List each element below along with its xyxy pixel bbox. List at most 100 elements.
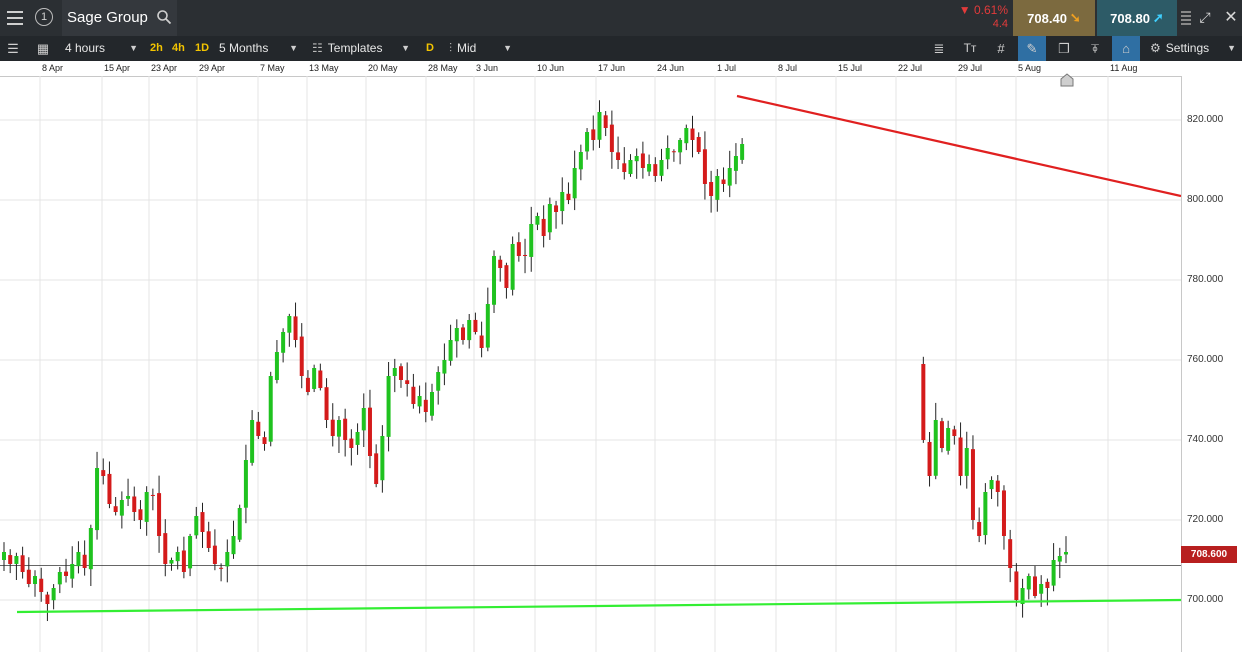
- interval-2h-button[interactable]: 2h: [150, 36, 163, 61]
- candle-body: [57, 572, 62, 585]
- text-size-icon[interactable]: Tт: [958, 36, 982, 61]
- chart-list-icon[interactable]: ☰: [2, 36, 24, 61]
- gear-icon: ⚙: [1150, 41, 1161, 55]
- candle-body: [88, 528, 93, 570]
- candle-body: [330, 419, 335, 436]
- candle-body: [485, 304, 490, 348]
- candle-body: [1039, 584, 1044, 594]
- scroll-handle-icon[interactable]: [1179, 2, 1193, 34]
- candle-body: [983, 492, 988, 536]
- sell-price: 708.40: [1027, 10, 1067, 26]
- candle-body: [113, 506, 118, 512]
- candle-body: [45, 594, 50, 604]
- copy-icon[interactable]: ❐: [1052, 36, 1076, 61]
- grid-icon[interactable]: #: [990, 36, 1012, 61]
- layout-grid-icon[interactable]: ▦: [32, 36, 54, 61]
- candle-body: [157, 493, 162, 536]
- interval-4h-button[interactable]: 4h: [172, 36, 185, 61]
- candles-icon: ⫶: [449, 41, 453, 55]
- range-dropdown[interactable]: 5 Months ▼: [214, 36, 302, 61]
- date-tick-label: 28 May: [428, 63, 458, 73]
- candle-body: [523, 254, 528, 256]
- candle-body: [26, 569, 31, 584]
- buy-button[interactable]: 708.80 ➚: [1097, 0, 1177, 36]
- candle-body: [977, 521, 982, 536]
- candle-body: [367, 407, 372, 456]
- search-icon[interactable]: [156, 9, 172, 25]
- expand-icon[interactable]: ⤢: [1196, 8, 1214, 26]
- marker-icon[interactable]: ⍕: [1084, 36, 1106, 61]
- date-tick-label: 3 Jun: [476, 63, 499, 73]
- candlestick-chart[interactable]: [0, 76, 1181, 652]
- candle-body: [76, 552, 81, 567]
- candle-body: [392, 368, 397, 376]
- candle-body: [939, 421, 944, 448]
- candle-body: [64, 571, 69, 576]
- price-tick-label: 760.000: [1187, 354, 1224, 365]
- candle-body: [696, 137, 701, 152]
- info-badge[interactable]: 1: [35, 8, 53, 26]
- candle-body: [70, 564, 75, 579]
- date-tick-label: 11 Aug: [1110, 63, 1138, 73]
- candle-body: [324, 387, 329, 420]
- chevron-down-icon: ▼: [289, 43, 298, 53]
- indicators-icon[interactable]: ≣: [928, 36, 950, 61]
- interval-1d-button[interactable]: 1D: [195, 36, 209, 61]
- candle-body: [634, 156, 639, 162]
- date-tick-label: 22 Jul: [898, 63, 923, 73]
- d-button[interactable]: D: [426, 36, 434, 61]
- candle-body: [628, 160, 633, 175]
- candle-body: [671, 151, 676, 153]
- candle-body: [14, 556, 19, 564]
- candle-body: [591, 129, 596, 140]
- home-marker-icon[interactable]: [1059, 72, 1075, 88]
- candle-body: [349, 438, 354, 448]
- interval-dropdown[interactable]: 4 hours ▼: [60, 36, 142, 61]
- candle-body: [1057, 556, 1062, 562]
- draw-tools-icon[interactable]: ✎: [1018, 36, 1046, 61]
- candle-body: [237, 508, 242, 540]
- date-tick-label: 5 Aug: [1018, 63, 1042, 73]
- candle-body: [343, 418, 348, 440]
- sell-arrow-icon: ➘: [1069, 10, 1081, 25]
- candle-body: [33, 576, 38, 585]
- candle-body: [1051, 560, 1056, 586]
- price-type-dropdown[interactable]: ⫶ Mid ▼: [446, 36, 516, 61]
- candle-body: [194, 516, 199, 536]
- templates-dropdown[interactable]: ☷ Templates ▼: [309, 36, 414, 61]
- price-tick-label: 700.000: [1187, 594, 1224, 605]
- candle-body: [212, 545, 217, 564]
- close-icon[interactable]: ✕: [1222, 8, 1240, 26]
- candle-body: [733, 156, 738, 171]
- candle-body: [163, 533, 168, 564]
- sell-button[interactable]: 708.40 ➘: [1013, 0, 1095, 36]
- candle-body: [95, 468, 100, 531]
- settings-label: Settings: [1165, 41, 1210, 55]
- candle-body: [1045, 581, 1050, 588]
- candle-body: [423, 399, 428, 412]
- candle-body: [374, 453, 379, 484]
- date-tick-label: 24 Jun: [657, 63, 685, 73]
- candle-body: [560, 192, 565, 212]
- candle-body: [380, 436, 385, 481]
- candle-body: [318, 370, 323, 388]
- candle-body: [417, 396, 422, 407]
- date-tick-label: 20 May: [368, 63, 398, 73]
- candle-body: [964, 448, 969, 476]
- candle-body: [690, 128, 695, 140]
- candle-body: [715, 176, 720, 200]
- date-tick-label: 8 Jul: [778, 63, 798, 73]
- candle-body: [268, 376, 273, 442]
- hamburger-icon[interactable]: [0, 0, 30, 36]
- candle-body: [299, 336, 304, 376]
- candle-body: [665, 148, 670, 160]
- candle-body: [516, 242, 521, 256]
- price-tick-label: 820.000: [1187, 114, 1224, 125]
- candle-body: [138, 509, 143, 520]
- candle-body: [20, 555, 25, 572]
- candle-body: [262, 437, 267, 444]
- settings-button[interactable]: ⚙ Settings ▼: [1146, 36, 1240, 61]
- tag-icon[interactable]: ⌂: [1112, 36, 1140, 61]
- candle-body: [740, 144, 745, 160]
- templates-label: Templates: [327, 41, 383, 55]
